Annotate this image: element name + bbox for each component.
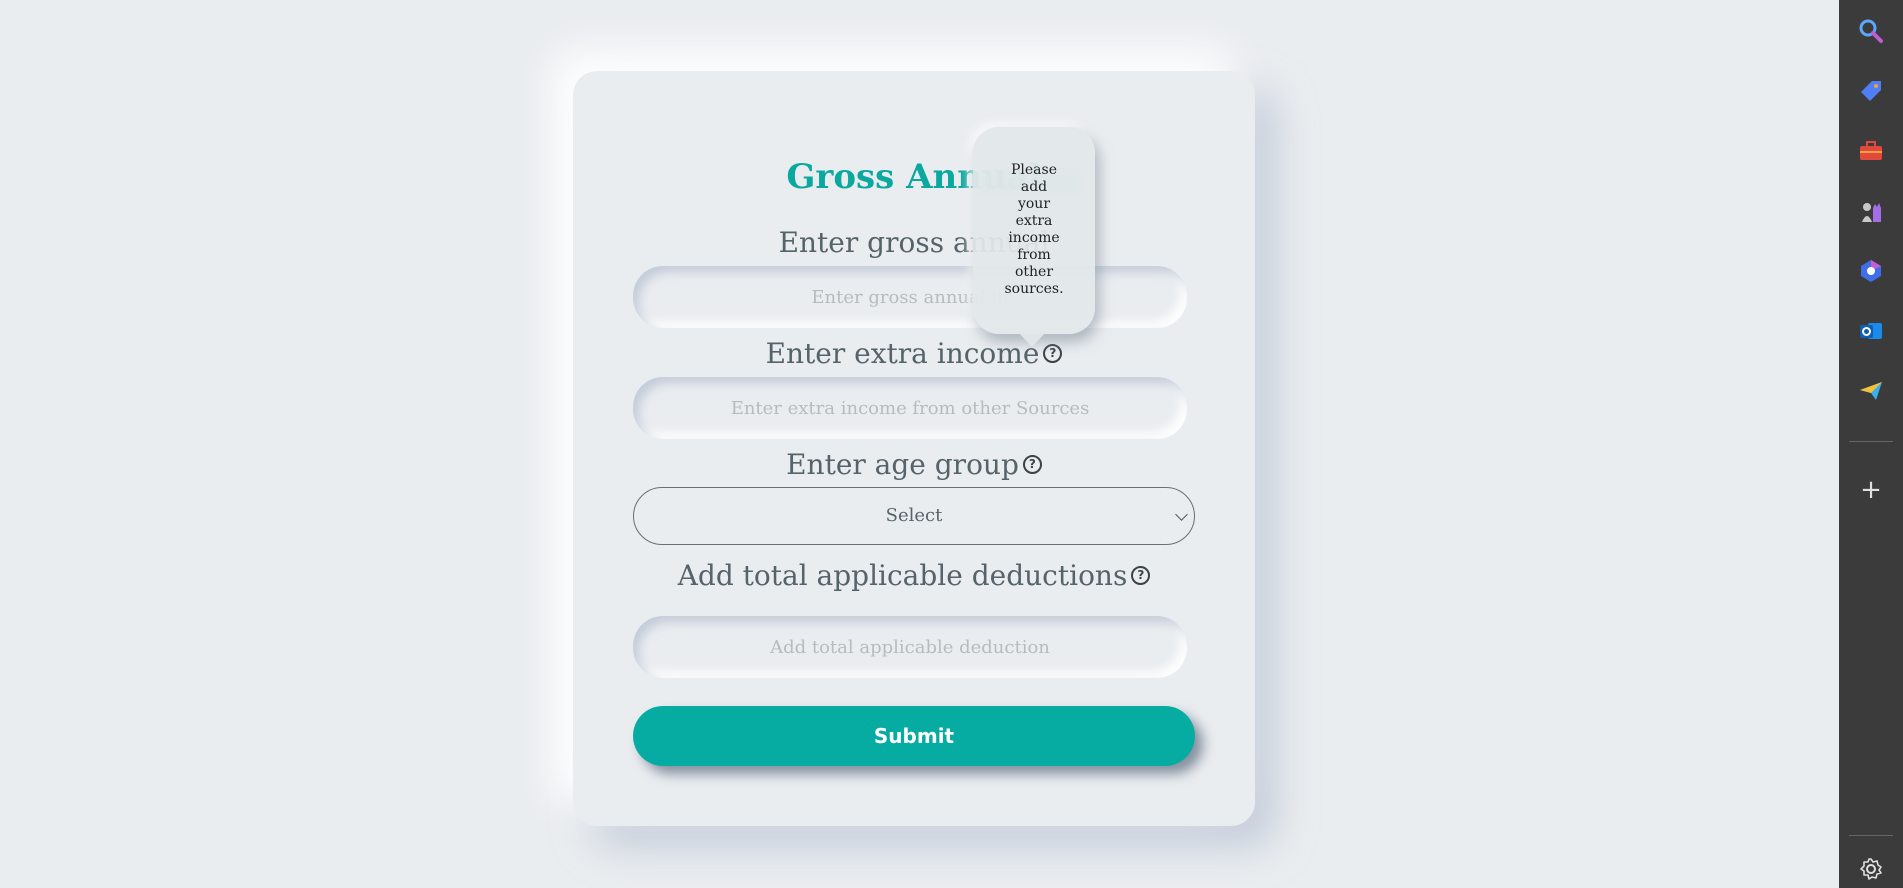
deductions-label-text: Add total applicable deductions — [677, 559, 1128, 592]
extra-income-label: Enter extra income? — [573, 337, 1255, 370]
form-title: Gross Annual — [786, 157, 1042, 197]
extra-income-tooltip: Please add your extra income from other … — [973, 127, 1095, 334]
outlook-icon[interactable] — [1856, 316, 1886, 346]
sidebar-divider-bottom — [1849, 835, 1893, 836]
deductions-label: Add total applicable deductions? — [573, 559, 1255, 592]
age-group-help-icon[interactable]: ? — [1022, 455, 1042, 474]
age-group-select[interactable]: Select — [633, 487, 1195, 545]
gross-income-label: Enter gross annual — [573, 226, 1255, 259]
age-group-label: Enter age group? — [573, 448, 1255, 481]
deductions-help-icon[interactable]: ? — [1131, 566, 1151, 585]
chess-icon[interactable] — [1856, 196, 1886, 226]
send-icon[interactable] — [1856, 376, 1886, 406]
age-group-label-text: Enter age group — [786, 448, 1019, 481]
browser-sidebar: + — [1839, 0, 1903, 888]
tooltip-arrow — [1019, 333, 1045, 347]
age-group-selected-value: Select — [885, 505, 943, 526]
gear-icon[interactable] — [1856, 854, 1886, 884]
extra-income-input[interactable] — [633, 377, 1187, 439]
search-icon[interactable] — [1856, 16, 1886, 46]
add-icon[interactable]: + — [1856, 475, 1886, 505]
extra-income-label-text: Enter extra income — [765, 337, 1040, 370]
deductions-input[interactable] — [633, 616, 1187, 678]
toolbox-icon[interactable] — [1856, 136, 1886, 166]
extra-income-help-icon[interactable]: ? — [1043, 344, 1063, 363]
gross-income-input[interactable] — [633, 266, 1187, 328]
page-background: Gross Annual Enter gross annual Enter ex… — [0, 0, 1837, 888]
copilot-icon[interactable] — [1856, 256, 1886, 286]
tax-form-card: Gross Annual Enter gross annual Enter ex… — [573, 71, 1255, 826]
tag-icon[interactable] — [1856, 76, 1886, 106]
submit-button[interactable]: Submit — [633, 706, 1195, 766]
sidebar-divider — [1849, 441, 1893, 442]
tooltip-text: Please add your extra income from other … — [1004, 162, 1064, 297]
